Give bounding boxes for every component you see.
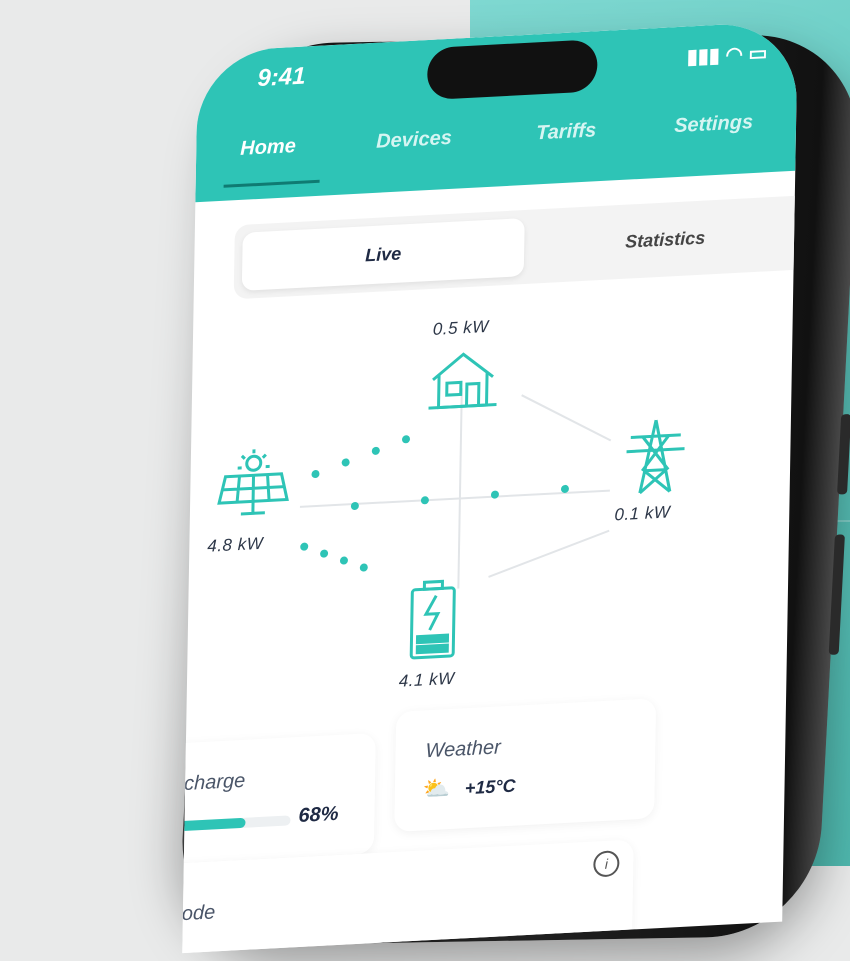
grid-power-value: 0.1 kW [614,502,671,525]
phone-screen: 9:41 ▮▮▮ ◠ ▭ Home Devices Tariffs Settin… [34,20,818,954]
tab-tariffs[interactable]: Tariffs [536,119,596,145]
tab-home[interactable]: Home [240,135,296,161]
work-mode-title: Work mode [182,901,216,928]
battery-status-icon: ▭ [748,42,768,66]
weather-card-title: Weather [425,736,501,763]
wifi-icon: ◠ [725,43,744,67]
weather-temperature: +15°C [464,775,516,799]
status-icons: ▮▮▮ ◠ ▭ [687,40,768,69]
dynamic-island [426,39,598,101]
solar-power-value: 4.8 kW [207,533,264,556]
weather-card[interactable]: Weather ⛅ +15°C [394,698,657,832]
battery-percent: 68% [298,802,339,827]
info-icon[interactable]: i [593,850,620,878]
house-icon [426,346,499,414]
battery-level-fill [182,817,246,833]
active-tab-indicator [223,179,320,188]
power-tower-icon [620,416,691,496]
battery-power-value: 4.1 kW [398,668,455,691]
battery-charge-card[interactable]: Battery charge (⚡) 68% [182,732,376,869]
home-power-value: 0.5 kW [432,316,489,339]
segment-statistics[interactable]: Statistics [524,203,798,276]
app-header: 9:41 ▮▮▮ ◠ ▭ Home Devices Tariffs Settin… [195,20,798,203]
segment-live[interactable]: Live [241,218,525,291]
battery-charging-icon [407,579,458,662]
signal-icon: ▮▮▮ [686,44,721,69]
battery-card-title: Battery charge [182,769,246,799]
tab-devices[interactable]: Devices [376,127,452,154]
tab-settings[interactable]: Settings [674,111,753,138]
app-screen: 9:41 ▮▮▮ ◠ ▭ Home Devices Tariffs Settin… [182,20,798,954]
status-time: 9:41 [257,62,306,93]
solar-panel-icon [215,447,292,521]
energy-flow-diagram: 0.5 kW 4.8 kW 0.1 kW 4.1 kW [186,271,793,733]
tab-bar: Home Devices Tariffs Settings [196,109,797,191]
partly-cloudy-icon: ⛅ [422,774,451,802]
battery-level-bar [182,815,291,833]
